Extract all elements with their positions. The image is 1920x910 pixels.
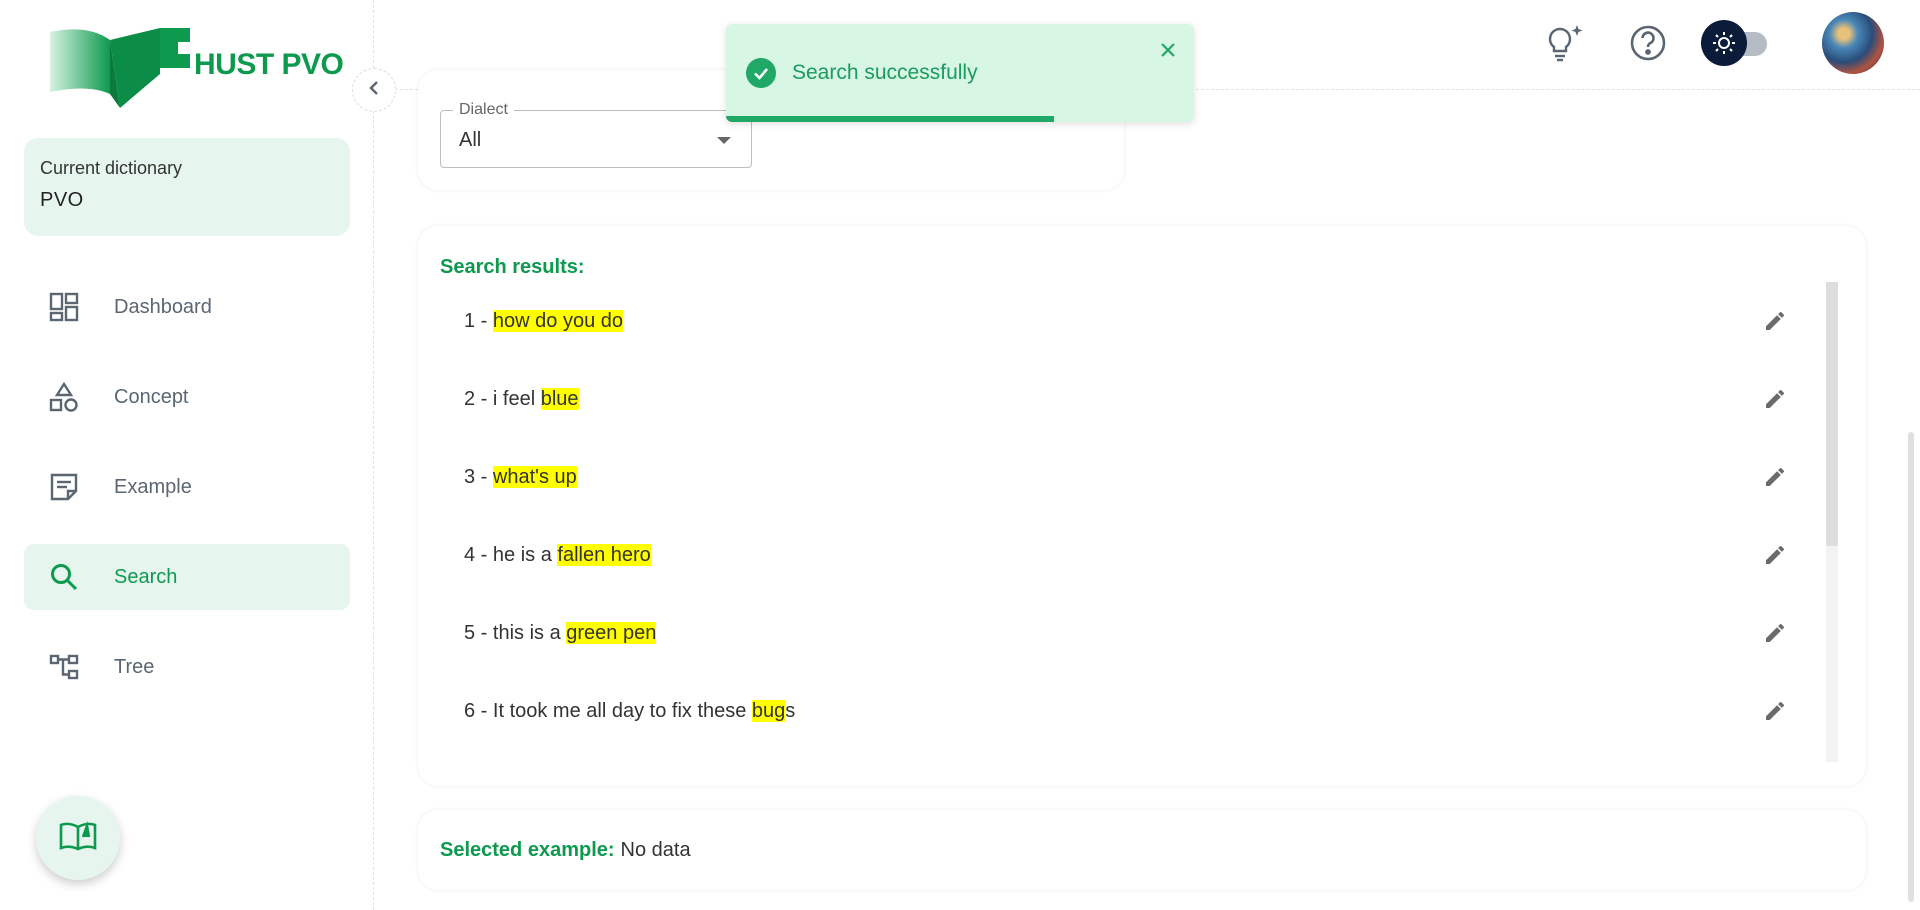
search-results-list: 1 - how do you do 2 - i feel blue 3 - wh… bbox=[440, 282, 1838, 762]
app-logo-text: HUST PVO bbox=[194, 48, 344, 81]
current-dictionary-value: PVO bbox=[40, 189, 84, 211]
toast-message: Search successfully bbox=[792, 61, 978, 84]
sidebar-item-dashboard[interactable]: Dashboard bbox=[24, 274, 350, 340]
result-row[interactable]: 5 - this is a green pen bbox=[440, 594, 1790, 672]
example-icon bbox=[48, 471, 80, 503]
sidebar-item-example[interactable]: Example bbox=[24, 454, 350, 520]
highlight: blue bbox=[540, 387, 579, 410]
sidebar-nav: Dashboard Concept Example Search Tree bbox=[24, 274, 350, 724]
current-dictionary-card[interactable]: Current dictionary PVO bbox=[24, 138, 350, 236]
result-row[interactable]: 6 - It took me all day to fix these bugs bbox=[440, 672, 1790, 750]
edit-icon[interactable] bbox=[1760, 618, 1790, 648]
chevron-left-icon bbox=[366, 80, 382, 101]
dialect-label: Dialect bbox=[453, 101, 514, 119]
highlight: bug bbox=[751, 699, 786, 722]
tree-icon bbox=[48, 651, 80, 683]
highlight: how do you do bbox=[492, 309, 624, 332]
toast-progress-bar bbox=[726, 116, 1054, 122]
lightbulb-icon[interactable] bbox=[1543, 20, 1589, 66]
edit-icon[interactable] bbox=[1760, 696, 1790, 726]
edit-icon[interactable] bbox=[1760, 462, 1790, 492]
sidebar-item-concept[interactable]: Concept bbox=[24, 364, 350, 430]
selected-example-card: Selected example: No data bbox=[418, 810, 1866, 890]
dialect-select[interactable]: Dialect All bbox=[440, 101, 752, 168]
result-text: 4 - he is a fallen hero bbox=[464, 543, 651, 566]
sidebar-item-label: Example bbox=[114, 475, 192, 498]
avatar[interactable] bbox=[1822, 12, 1884, 74]
concept-icon bbox=[48, 381, 80, 413]
dashboard-icon bbox=[48, 291, 80, 323]
sidebar-item-search[interactable]: Search bbox=[24, 544, 350, 610]
edit-icon[interactable] bbox=[1760, 540, 1790, 570]
selected-example-value: No data bbox=[620, 838, 691, 861]
results-scrollbar[interactable] bbox=[1826, 282, 1838, 762]
edit-icon[interactable] bbox=[1760, 306, 1790, 336]
result-text: 3 - what's up bbox=[464, 465, 577, 488]
result-row[interactable]: 1 - how do you do bbox=[440, 282, 1790, 360]
highlight: green pen bbox=[566, 621, 657, 644]
highlight: fallen hero bbox=[557, 543, 651, 566]
sidebar-item-tree[interactable]: Tree bbox=[24, 634, 350, 700]
sidebar: HUST PVO Current dictionary PVO Dashboar… bbox=[0, 0, 374, 910]
sidebar-item-label: Search bbox=[114, 565, 178, 588]
result-text: 2 - i feel blue bbox=[464, 387, 579, 410]
result-text: 6 - It took me all day to fix these bugs bbox=[464, 699, 796, 722]
current-dictionary-label: Current dictionary bbox=[40, 158, 183, 178]
help-icon[interactable] bbox=[1625, 20, 1671, 66]
theme-toggle[interactable] bbox=[1701, 20, 1767, 66]
edit-icon[interactable] bbox=[1760, 384, 1790, 414]
dropdown-caret-icon bbox=[717, 137, 731, 144]
result-row[interactable]: 4 - he is a fallen hero bbox=[440, 516, 1790, 594]
open-book-icon bbox=[59, 820, 97, 856]
page-scrollbar[interactable] bbox=[1908, 432, 1914, 902]
result-row[interactable]: 2 - i feel blue bbox=[440, 360, 1790, 438]
success-toast: Search successfully bbox=[726, 24, 1194, 122]
check-circle-icon bbox=[746, 58, 776, 88]
result-text: 5 - this is a green pen bbox=[464, 621, 657, 644]
sun-icon bbox=[1701, 20, 1747, 66]
search-results-title: Search results: bbox=[440, 256, 585, 278]
dictionary-fab-button[interactable] bbox=[36, 796, 120, 880]
dialect-value: All bbox=[459, 129, 482, 151]
result-text: 1 - how do you do bbox=[464, 309, 624, 332]
close-icon[interactable] bbox=[1156, 38, 1180, 62]
highlight: what's up bbox=[492, 465, 577, 488]
results-scrollbar-thumb[interactable] bbox=[1826, 282, 1838, 546]
sidebar-item-label: Dashboard bbox=[114, 295, 212, 318]
search-icon bbox=[48, 561, 80, 593]
sidebar-item-label: Tree bbox=[114, 655, 155, 678]
search-results-card: Search results: 1 - how do you do 2 - i … bbox=[418, 226, 1866, 786]
collapse-sidebar-button[interactable] bbox=[352, 68, 396, 112]
result-row[interactable]: 3 - what's up bbox=[440, 438, 1790, 516]
selected-example-label: Selected example: bbox=[440, 838, 615, 861]
sidebar-item-label: Concept bbox=[114, 385, 189, 408]
